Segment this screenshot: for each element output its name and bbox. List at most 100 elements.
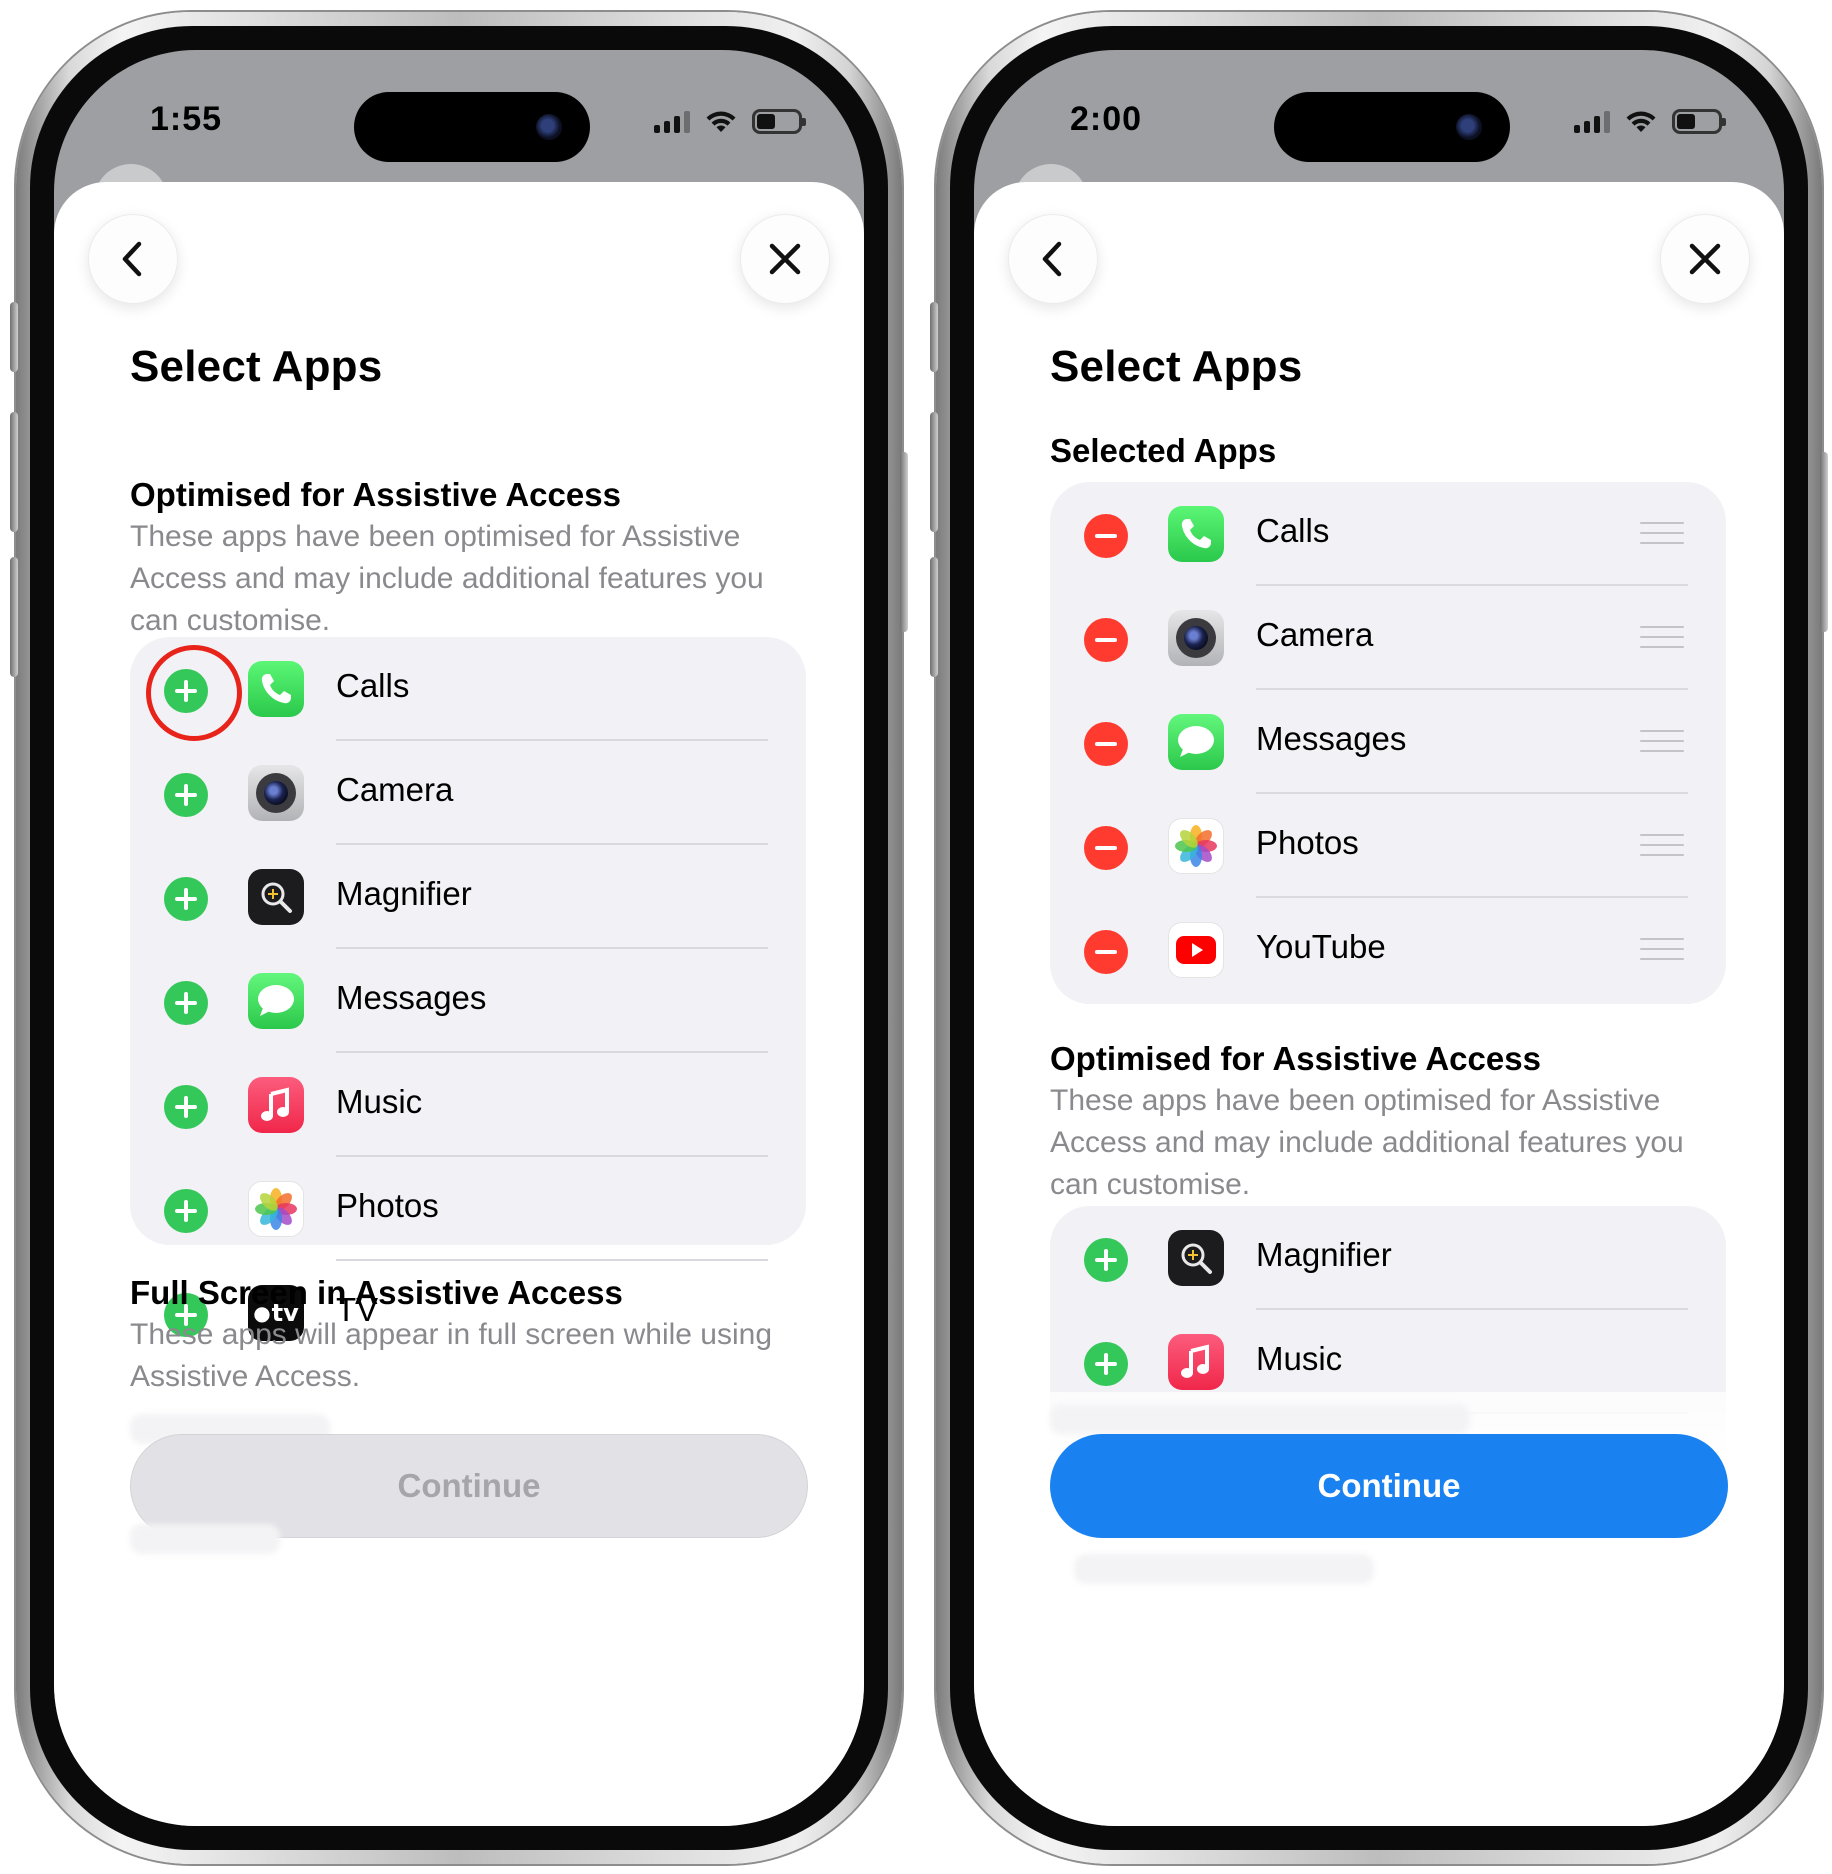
blurred-section-label [130, 1524, 280, 1554]
wifi-icon [706, 111, 736, 132]
front-camera [1456, 114, 1482, 140]
volume-down-button [10, 557, 18, 677]
dynamic-island [1274, 92, 1510, 162]
reorder-handle-icon[interactable] [1640, 730, 1684, 752]
volume-down-button [930, 557, 938, 677]
add-button[interactable] [164, 669, 208, 713]
magnifier-icon [248, 869, 304, 925]
app-name: Calls [336, 667, 410, 704]
remove-button[interactable] [1084, 930, 1128, 974]
status-icons [1574, 108, 1726, 134]
select-apps-sheet: Select Apps Optimised for Assistive Acce… [54, 182, 864, 1826]
remove-button[interactable] [1084, 826, 1128, 870]
list-item[interactable]: Camera [1050, 586, 1726, 690]
close-icon [1689, 243, 1721, 275]
list-item[interactable]: Messages [130, 949, 806, 1053]
list-item[interactable]: Messages [1050, 690, 1726, 794]
list-item[interactable]: Camera [130, 741, 806, 845]
cellular-signal-icon [654, 109, 690, 133]
remove-button[interactable] [1084, 618, 1128, 662]
list-item[interactable]: Music [130, 1053, 806, 1157]
photos-icon [248, 1181, 304, 1237]
list-item[interactable]: Magnifier [1050, 1206, 1726, 1310]
status-icons [654, 108, 806, 134]
volume-up-button [10, 412, 18, 532]
front-camera [536, 114, 562, 140]
back-button[interactable] [1008, 214, 1098, 304]
photos-icon [1168, 818, 1224, 874]
phone-left: 1:55 Select Apps Optimised for Assistive… [10, 12, 908, 1864]
cellular-signal-icon [1574, 109, 1610, 133]
close-button[interactable] [740, 214, 830, 304]
list-item[interactable]: Calls [1050, 482, 1726, 586]
close-icon [769, 243, 801, 275]
blurred-section-label [1050, 1404, 1470, 1434]
action-button [930, 302, 938, 372]
back-button[interactable] [88, 214, 178, 304]
optimised-description: These apps have been optimised for Assis… [1050, 1084, 1684, 1201]
side-button [900, 452, 908, 632]
list-item[interactable]: Magnifier [130, 845, 806, 949]
add-button[interactable] [1084, 1238, 1128, 1282]
close-button[interactable] [1660, 214, 1750, 304]
screen: 2:00 Select Apps Selected Apps Calls Cam… [974, 50, 1784, 1826]
remove-button[interactable] [1084, 514, 1128, 558]
page-title: Select Apps [1050, 342, 1303, 391]
continue-button[interactable]: Continue [130, 1434, 808, 1538]
screen: 1:55 Select Apps Optimised for Assistive… [54, 50, 864, 1826]
add-button[interactable] [1084, 1342, 1128, 1386]
add-button[interactable] [164, 773, 208, 817]
app-name: Camera [336, 771, 454, 808]
app-name: YouTube [1256, 928, 1386, 965]
list-item[interactable]: Photos [1050, 794, 1726, 898]
list-item[interactable]: Calls [130, 637, 806, 741]
fullscreen-description: These apps will appear in full screen wh… [130, 1318, 773, 1393]
side-button [1820, 452, 1828, 632]
add-button[interactable] [164, 1189, 208, 1233]
fullscreen-heading: Full Screen in Assistive Access [130, 1274, 623, 1311]
list-item[interactable]: YouTube [1050, 898, 1726, 1002]
app-name: Messages [1256, 720, 1407, 757]
blurred-list-item [1074, 1554, 1374, 1584]
reorder-handle-icon[interactable] [1640, 626, 1684, 648]
add-button[interactable] [164, 877, 208, 921]
optimised-heading: Optimised for Assistive Access [1050, 1040, 1541, 1077]
app-name: Messages [336, 979, 487, 1016]
camera-icon [248, 765, 304, 821]
app-name: Magnifier [1256, 1236, 1392, 1273]
bezel: 2:00 Select Apps Selected Apps Calls Cam… [950, 26, 1808, 1850]
camera-icon [1168, 610, 1224, 666]
messages-icon [248, 973, 304, 1029]
music-icon [248, 1077, 304, 1133]
continue-button[interactable]: Continue [1050, 1434, 1728, 1538]
chevron-left-icon [122, 241, 142, 277]
app-name: Camera [1256, 616, 1374, 653]
remove-button[interactable] [1084, 722, 1128, 766]
reorder-handle-icon[interactable] [1640, 522, 1684, 544]
status-time: 1:55 [150, 100, 223, 138]
reorder-handle-icon[interactable] [1640, 834, 1684, 856]
add-button[interactable] [164, 981, 208, 1025]
page-title: Select Apps [130, 342, 383, 391]
list-item[interactable]: Photos [130, 1157, 806, 1261]
calls-icon [1168, 506, 1224, 562]
select-apps-sheet: Select Apps Selected Apps Calls Camera M… [974, 182, 1784, 1826]
battery-icon [1672, 108, 1726, 134]
chevron-left-icon [1042, 241, 1062, 277]
phone-right: 2:00 Select Apps Selected Apps Calls Cam… [930, 12, 1828, 1864]
selected-apps-list: Calls Camera Messages Photos YouTube [1050, 482, 1726, 1004]
battery-icon [752, 108, 806, 134]
optimised-description: These apps have been optimised for Assis… [130, 520, 764, 637]
messages-icon [1168, 714, 1224, 770]
bezel: 1:55 Select Apps Optimised for Assistive… [30, 26, 888, 1850]
selected-heading: Selected Apps [1050, 432, 1277, 469]
music-icon [1168, 1334, 1224, 1390]
reorder-handle-icon[interactable] [1640, 938, 1684, 960]
app-name: Magnifier [336, 875, 472, 912]
optimised-heading: Optimised for Assistive Access [130, 476, 621, 513]
wifi-icon [1626, 111, 1656, 132]
status-time: 2:00 [1070, 100, 1143, 138]
add-button[interactable] [164, 1085, 208, 1129]
volume-up-button [930, 412, 938, 532]
app-name: Photos [1256, 824, 1359, 861]
